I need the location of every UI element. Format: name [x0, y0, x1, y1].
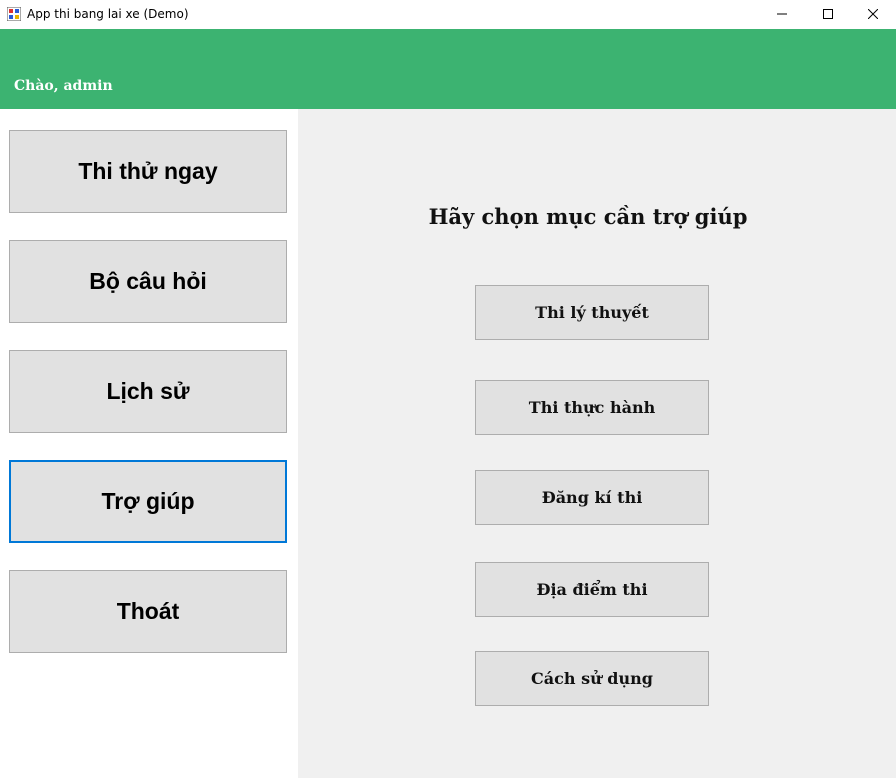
sidebar-item-tro-giup[interactable]: Trợ giúp [9, 460, 287, 543]
help-button-cach-su-dung[interactable]: Cách sử dụng [475, 651, 709, 706]
window-title: App thi bang lai xe (Demo) [27, 7, 189, 21]
sidebar: Thi thử ngay Bộ câu hỏi Lịch sử Trợ giúp… [0, 109, 298, 778]
close-icon [867, 6, 879, 24]
minimize-button[interactable] [759, 0, 805, 29]
window-titlebar: App thi bang lai xe (Demo) [0, 0, 896, 29]
close-button[interactable] [850, 0, 896, 29]
app-icon [6, 6, 22, 22]
page-title: Hãy chọn mục cần trợ giúp [428, 204, 748, 229]
help-button-thi-thuc-hanh[interactable]: Thi thực hành [475, 380, 709, 435]
greeting-label: Chào, admin [14, 78, 113, 94]
help-button-dang-ki-thi[interactable]: Đăng kí thi [475, 470, 709, 525]
help-button-thi-ly-thuyet[interactable]: Thi lý thuyết [475, 285, 709, 340]
sidebar-item-lich-su[interactable]: Lịch sử [9, 350, 287, 433]
sidebar-item-bo-cau-hoi[interactable]: Bộ câu hỏi [9, 240, 287, 323]
maximize-button[interactable] [805, 0, 851, 29]
maximize-icon [823, 6, 833, 24]
app-header: Chào, admin [0, 29, 896, 109]
minimize-icon [777, 6, 787, 24]
sidebar-item-thi-thu-ngay[interactable]: Thi thử ngay [9, 130, 287, 213]
sidebar-item-thoat[interactable]: Thoát [9, 570, 287, 653]
help-button-dia-diem-thi[interactable]: Địa điểm thi [475, 562, 709, 617]
main-panel: Hãy chọn mục cần trợ giúp Thi lý thuyết … [298, 109, 896, 778]
